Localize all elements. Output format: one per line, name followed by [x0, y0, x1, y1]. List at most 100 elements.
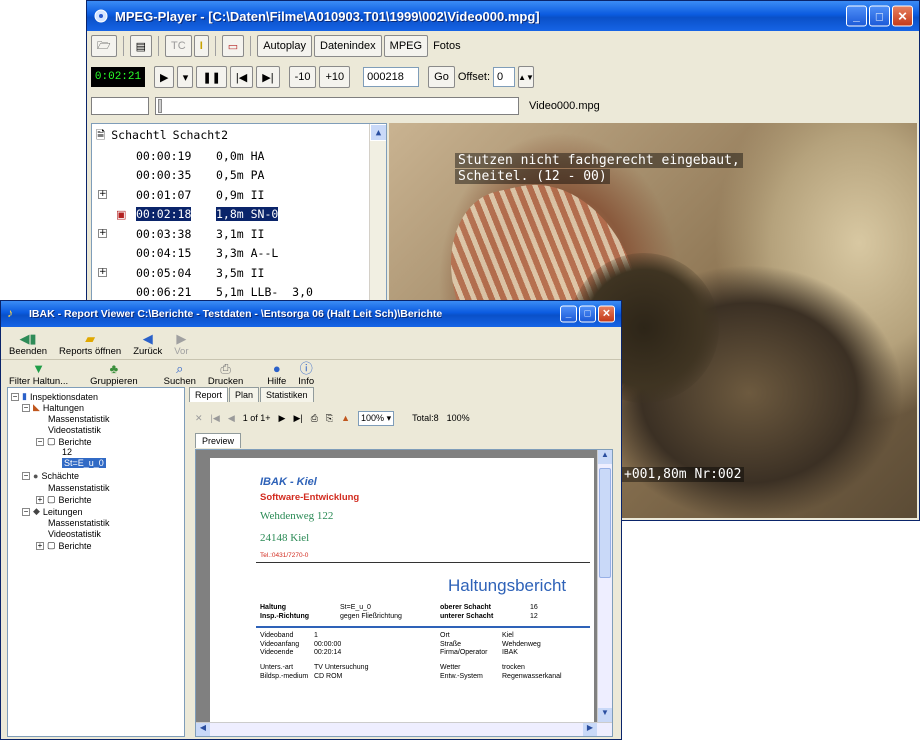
- report-street: Wehdenweg 122: [260, 510, 334, 522]
- report-canvas[interactable]: IBAK - Kiel Software-Entwicklung Wehdenw…: [195, 449, 613, 737]
- tab-plan[interactable]: Plan: [229, 387, 260, 402]
- tree-node-leitungen[interactable]: − ◆ Leitungen: [22, 506, 82, 517]
- report-hscroll[interactable]: ◀ ▶: [196, 722, 612, 736]
- minus10-button[interactable]: -10: [288, 66, 317, 88]
- gruppieren-button[interactable]: ♣ Gruppieren: [84, 361, 144, 387]
- offset-spinner[interactable]: ▲▼: [518, 66, 535, 88]
- plus10-button[interactable]: +10: [319, 66, 351, 88]
- first-page-icon[interactable]: |◀: [211, 413, 220, 424]
- report-titlebar[interactable]: ♪ IBAK - Report Viewer C:\Berichte - Tes…: [1, 301, 621, 327]
- reports-oeffnen-button[interactable]: ▰ Reports öffnen: [53, 331, 127, 357]
- expand-icon[interactable]: +: [98, 268, 107, 277]
- zoom-select[interactable]: 100% ▾: [358, 410, 395, 426]
- maximize-button[interactable]: □: [869, 5, 890, 27]
- volume-slider[interactable]: [91, 97, 149, 115]
- tab-preview[interactable]: Preview: [195, 433, 242, 448]
- datenindex-button[interactable]: Datenindex: [314, 35, 382, 57]
- tree-row[interactable]: 00:00:19 0,0m HA: [92, 146, 370, 165]
- zurueck-button[interactable]: ◀ Zurück: [127, 331, 168, 357]
- drucken-button[interactable]: ⎙ Drucken: [202, 361, 249, 387]
- expand-icon[interactable]: +: [98, 229, 107, 238]
- tree-node-massenstatistik-3[interactable]: Massenstatistik: [48, 518, 110, 528]
- mpeg-button[interactable]: MPEG: [383, 35, 429, 57]
- tree-node-videostatistik-1[interactable]: Videostatistik: [48, 425, 101, 435]
- report-vscroll[interactable]: ▲ ▼: [597, 450, 612, 722]
- report-field-value: 00:00:00: [314, 640, 342, 648]
- print-setup-icon[interactable]: ⎘: [326, 413, 333, 424]
- pause-icon[interactable]: ❚❚: [196, 66, 227, 88]
- scroll-down-icon[interactable]: ▼: [598, 708, 612, 722]
- offset-input[interactable]: 0: [493, 67, 516, 87]
- export-icon[interactable]: ▲: [341, 413, 350, 423]
- tree-row[interactable]: 00:06:21 5,1m LLB- 3,0: [92, 283, 370, 302]
- printer-icon: ⎙: [220, 361, 231, 376]
- tree-row[interactable]: +00:01:07 0,9m II: [92, 185, 370, 204]
- autoplay-button[interactable]: Autoplay: [257, 35, 312, 57]
- close-report-icon[interactable]: ✕: [195, 413, 203, 424]
- skip-back-icon[interactable]: |◀: [229, 66, 254, 88]
- rv-maximize-button[interactable]: □: [579, 305, 596, 323]
- next-page-icon[interactable]: ▶: [279, 413, 286, 424]
- tree-node-massenstatistik-2[interactable]: Massenstatistik: [48, 483, 110, 493]
- report-field: Unters.-art TV Untersuchung: [260, 664, 410, 673]
- fotos-button[interactable]: Fotos: [430, 40, 464, 52]
- monitor-icon[interactable]: ▭: [221, 35, 245, 57]
- tree-node-selected[interactable]: St=E_u_0: [62, 458, 106, 468]
- skip-forward-icon[interactable]: ▶|: [256, 66, 280, 88]
- tree-node-videostatistik-3[interactable]: Videostatistik: [48, 529, 101, 539]
- suchen-button[interactable]: ⌕ Suchen: [158, 361, 202, 387]
- position-slider[interactable]: [155, 97, 519, 115]
- tree-row[interactable]: +00:03:38 3,1m II: [92, 224, 370, 243]
- properties-icon[interactable]: ▤: [129, 35, 153, 57]
- hilfe-button[interactable]: ● Hilfe: [261, 361, 292, 387]
- tree-node-schaechte[interactable]: − ● Schächte: [22, 471, 79, 481]
- back-arrow-icon: ◀: [142, 331, 153, 346]
- scroll-thumb[interactable]: [599, 468, 611, 578]
- tab-statistiken[interactable]: Statistiken: [260, 387, 314, 402]
- frame-input[interactable]: 000218: [363, 67, 420, 87]
- tree-row[interactable]: ▣ 00:02:18 1,8m SN-0: [92, 205, 370, 224]
- mpeg-titlebar[interactable]: MPEG-Player - [C:\Daten\Filme\A010903.T0…: [87, 1, 919, 31]
- report-field: Firma/Operator IBAK: [440, 649, 590, 658]
- report-field-key: Videoanfang: [260, 640, 300, 648]
- report-field-key: Entw.-System: [440, 672, 483, 680]
- prev-page-icon[interactable]: ◀: [228, 413, 235, 424]
- minimize-button[interactable]: _: [846, 5, 867, 27]
- scroll-left-icon[interactable]: ◀: [196, 723, 210, 736]
- tree-row-value: 3,5m II: [216, 265, 265, 280]
- play-icon[interactable]: ▶: [154, 66, 175, 88]
- rv-tree[interactable]: − ▮ Inspektionsdaten − ◣ Haltungen Massensta…: [7, 387, 185, 737]
- tree-row[interactable]: +00:05:04 3,5m II: [92, 263, 370, 282]
- scroll-up-icon[interactable]: ▲: [598, 450, 612, 464]
- tree-node-berichte-1[interactable]: − ▢ Berichte: [36, 436, 92, 447]
- last-page-icon[interactable]: ▶|: [293, 413, 302, 424]
- osd-line-2: Scheitel. (12 - 00): [455, 169, 610, 184]
- beenden-button[interactable]: ◀▮ Beenden: [3, 331, 53, 357]
- slider-thumb[interactable]: [158, 99, 162, 113]
- filter-button[interactable]: ▼ Filter Haltun...: [3, 361, 74, 387]
- tree-row[interactable]: 00:04:15 3,3m A--L: [92, 244, 370, 263]
- tab-report[interactable]: Report: [189, 387, 229, 402]
- tree-node-berichte-3[interactable]: + ▢ Berichte: [36, 540, 92, 551]
- print-icon[interactable]: ⎙: [311, 413, 318, 424]
- info-icon[interactable]: I: [193, 35, 209, 57]
- info-button[interactable]: ⓘ Info: [292, 361, 320, 387]
- rv-minimize-button[interactable]: _: [560, 305, 577, 323]
- scroll-up-icon[interactable]: ▲: [370, 124, 386, 141]
- dropdown-icon[interactable]: ▾: [177, 66, 194, 88]
- tree-node-12[interactable]: 12: [62, 447, 72, 457]
- expand-icon[interactable]: +: [98, 190, 107, 199]
- go-button[interactable]: Go: [428, 66, 455, 88]
- close-button[interactable]: ✕: [892, 5, 913, 27]
- tree-row[interactable]: 00:00:35 0,5m PA: [92, 166, 370, 185]
- tree-node-haltungen[interactable]: − ◣ Haltungen: [22, 402, 84, 413]
- tree-node-berichte-2[interactable]: + ▢ Berichte: [36, 494, 92, 505]
- scroll-right-icon[interactable]: ▶: [583, 723, 597, 736]
- tree-node-root[interactable]: − ▮ Inspektionsdaten: [11, 391, 98, 402]
- open-file-icon[interactable]: 🗁: [91, 35, 117, 57]
- folder-icon: ▢: [47, 540, 56, 550]
- rv-close-button[interactable]: ✕: [598, 305, 615, 323]
- vor-button[interactable]: ▶ Vor: [168, 331, 194, 357]
- tree-node-massenstatistik-1[interactable]: Massenstatistik: [48, 414, 110, 424]
- tc-button[interactable]: TC: [165, 35, 192, 57]
